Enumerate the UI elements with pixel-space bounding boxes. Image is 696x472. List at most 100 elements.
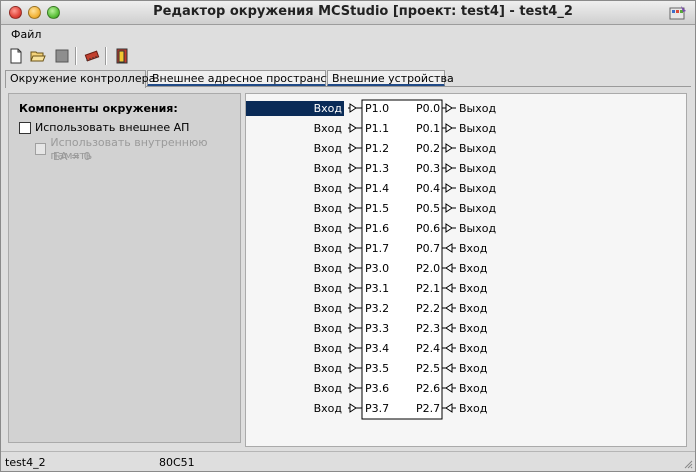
use-external-ap-checkbox[interactable] — [19, 121, 31, 134]
pin-name-left: P3.6 — [365, 382, 390, 395]
pin-mode-label-right[interactable]: Выход — [457, 101, 517, 116]
pin-name-left: P3.7 — [365, 402, 390, 415]
use-external-ap-row[interactable]: Использовать внешнее АП — [19, 121, 189, 134]
pin-name-right: P0.7 — [416, 242, 441, 255]
input-arrow-icon — [445, 343, 453, 353]
input-arrow-icon — [349, 283, 357, 293]
pin-mode-label-right[interactable]: Вход — [457, 341, 517, 356]
input-arrow-icon — [445, 263, 453, 273]
tab-external-devices[interactable]: Внешние устройства — [327, 70, 454, 87]
pin-name-left: P3.5 — [365, 362, 390, 375]
pin-mode-label-right[interactable]: Вход — [457, 261, 517, 276]
editor-window: Редактор окружения MCStudio [проект: tes… — [0, 0, 696, 472]
output-arrow-icon — [445, 163, 453, 173]
pin-mode-input-label[interactable]: Вход — [246, 361, 344, 376]
input-arrow-icon — [445, 363, 453, 373]
input-arrow-icon — [445, 323, 453, 333]
tab-label: Окружение контроллера — [10, 72, 156, 85]
pin-mode-input-label[interactable]: Вход — [246, 341, 344, 356]
pin-name-right: P0.4 — [416, 182, 441, 195]
pin-mode-input-label[interactable]: Вход — [246, 401, 344, 416]
pin-name-right: P2.1 — [416, 282, 441, 295]
input-arrow-icon — [349, 103, 357, 113]
tab-label: Внешнее адресное пространство — [152, 72, 347, 85]
pin-mode-label-right[interactable]: Выход — [457, 221, 517, 236]
output-arrow-icon — [445, 103, 453, 113]
menu-file[interactable]: Файл — [11, 28, 41, 41]
tab-external-address-space[interactable]: Внешнее адресное пространство — [147, 70, 346, 87]
title-bar[interactable]: Редактор окружения MCStudio [проект: tes… — [1, 1, 695, 25]
pin-mode-input-label[interactable]: Вход — [246, 281, 344, 296]
pin-mode-label-right[interactable]: Вход — [457, 281, 517, 296]
input-arrow-icon — [349, 383, 357, 393]
pin-name-right: P2.6 — [416, 382, 441, 395]
pin-name-left: P1.7 — [365, 242, 390, 255]
pin-name-left: P1.4 — [365, 182, 390, 195]
pin-name-left: P1.0 — [365, 102, 390, 115]
input-arrow-icon — [445, 303, 453, 313]
input-arrow-icon — [445, 403, 453, 413]
input-arrow-icon — [445, 283, 453, 293]
output-arrow-icon — [445, 143, 453, 153]
maximize-window-button[interactable] — [47, 6, 60, 19]
output-arrow-icon — [445, 123, 453, 133]
pin-name-left: P3.0 — [365, 262, 390, 275]
pin-name-left: P1.1 — [365, 122, 390, 135]
input-arrow-icon — [349, 143, 357, 153]
pin-mode-label-right[interactable]: Выход — [457, 181, 517, 196]
input-arrow-icon — [349, 403, 357, 413]
pin-mode-input-label[interactable]: Вход — [246, 381, 344, 396]
status-bar: test4_2 80C51 — [1, 451, 695, 471]
pin-mode-label-right[interactable]: Выход — [457, 161, 517, 176]
input-arrow-icon — [445, 383, 453, 393]
close-window-button[interactable] — [9, 6, 22, 19]
pin-name-right: P0.3 — [416, 162, 441, 175]
pin-mode-label-right[interactable]: Вход — [457, 241, 517, 256]
open-folder-icon[interactable] — [29, 47, 47, 65]
pin-name-left: P3.3 — [365, 322, 390, 335]
minimize-window-button[interactable] — [28, 6, 41, 19]
pin-mode-label-right[interactable]: Вход — [457, 381, 517, 396]
pin-mode-label-right[interactable]: Выход — [457, 121, 517, 136]
tab-controller-environment[interactable]: Окружение контроллера — [5, 70, 155, 88]
input-arrow-icon — [349, 203, 357, 213]
pin-mode-label-right[interactable]: Вход — [457, 321, 517, 336]
pin-mode-label-right[interactable]: Выход — [457, 201, 517, 216]
pin-name-right: P0.2 — [416, 142, 441, 155]
pin-name-right: P2.5 — [416, 362, 441, 375]
window-title: Редактор окружения MCStudio [проект: tes… — [153, 4, 573, 19]
new-file-icon[interactable] — [7, 47, 25, 65]
pin-mode-label-right[interactable]: Выход — [457, 141, 517, 156]
pin-name-right: P0.6 — [416, 222, 441, 235]
input-arrow-icon — [349, 303, 357, 313]
pin-mode-input-label[interactable]: Вход — [246, 301, 344, 316]
input-arrow-icon — [349, 223, 357, 233]
status-project: test4_2 — [5, 456, 46, 469]
pin-mode-input-label[interactable]: Вход — [246, 261, 344, 276]
pin-mode-input-label[interactable]: Вход — [246, 201, 344, 216]
chip-icon[interactable] — [83, 47, 101, 65]
pin-mode-input-label[interactable]: Вход — [246, 241, 344, 256]
pin-mode-input-label[interactable]: Вход — [246, 181, 344, 196]
tab-bar: Окружение контроллера Внешнее адресное п… — [5, 70, 691, 88]
pin-mode-input-label[interactable]: Вход — [246, 141, 344, 156]
pin-name-left: P1.5 — [365, 202, 390, 215]
resize-grip-icon[interactable] — [683, 459, 693, 469]
pin-name-right: P0.5 — [416, 202, 441, 215]
pin-mode-label-right[interactable]: Вход — [457, 301, 517, 316]
exit-icon[interactable] — [113, 47, 131, 65]
pin-name-right: P2.7 — [416, 402, 441, 415]
save-icon[interactable] — [53, 47, 71, 65]
pin-mode-input-label[interactable]: Вход — [246, 221, 344, 236]
pin-mode-input-label[interactable]: Вход — [246, 101, 344, 116]
pin-mode-label-right[interactable]: Вход — [457, 401, 517, 416]
pin-name-right: P2.3 — [416, 322, 441, 335]
pin-mode-input-label[interactable]: Вход — [246, 161, 344, 176]
pin-mode-label-right[interactable]: Вход — [457, 361, 517, 376]
pin-name-right: P0.0 — [416, 102, 441, 115]
pin-name-right: P2.4 — [416, 342, 441, 355]
pin-mode-input-label[interactable]: Вход — [246, 321, 344, 336]
environment-components-panel: Компоненты окружения: Использовать внешн… — [8, 93, 241, 443]
pin-mode-input-label[interactable]: Вход — [246, 121, 344, 136]
pin-name-left: P3.2 — [365, 302, 390, 315]
